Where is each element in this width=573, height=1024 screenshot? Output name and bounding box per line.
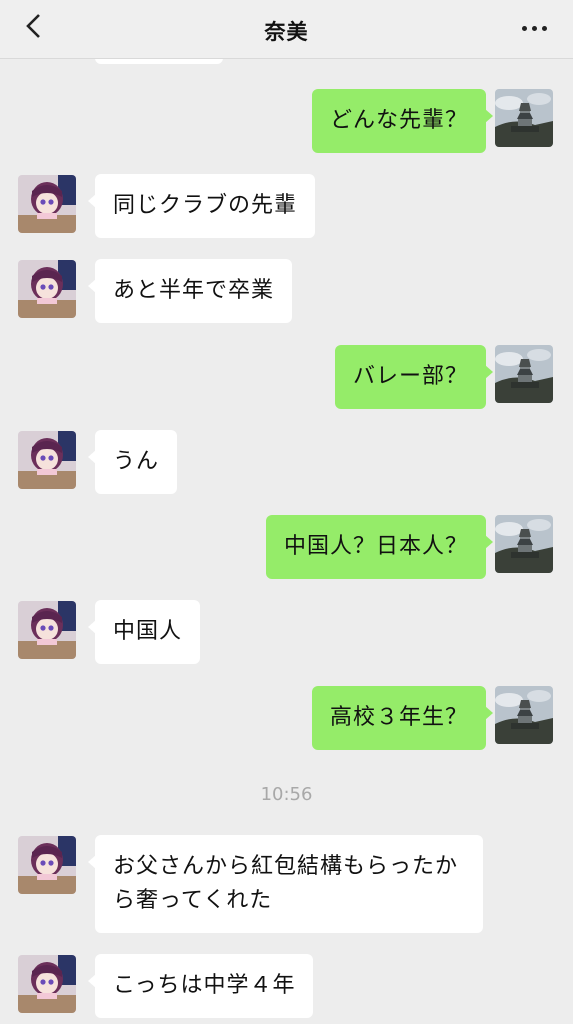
contact-avatar[interactable] bbox=[18, 601, 76, 659]
message-bubble-incoming[interactable]: 同じクラブの先輩 bbox=[87, 174, 316, 238]
contact-avatar[interactable] bbox=[18, 175, 76, 233]
message-bubble-outgoing[interactable]: どんな先輩？ bbox=[311, 89, 494, 153]
contact-avatar[interactable] bbox=[18, 836, 76, 894]
message-bubble-outgoing[interactable]: バレー部？ bbox=[334, 345, 494, 409]
my-avatar[interactable] bbox=[495, 89, 553, 147]
contact-avatar[interactable] bbox=[18, 431, 76, 489]
more-dots-icon bbox=[519, 25, 549, 31]
message-timestamp: 10:56 bbox=[260, 784, 313, 805]
more-button[interactable] bbox=[517, 15, 551, 41]
contact-avatar[interactable] bbox=[18, 260, 76, 318]
message-bubble-outgoing[interactable]: 高校３年生？ bbox=[311, 686, 494, 750]
message-bubble-incoming[interactable]: 中国人 bbox=[87, 600, 201, 664]
my-avatar[interactable] bbox=[495, 345, 553, 403]
message-bubble-incoming[interactable]: あと半年で卒業 bbox=[87, 259, 293, 323]
message-bubble-outgoing[interactable]: 中国人？日本人？ bbox=[265, 515, 494, 579]
contact-avatar[interactable] bbox=[18, 955, 76, 1013]
message-bubble-incoming[interactable]: こっちは中学４年 bbox=[87, 954, 314, 1018]
chat-title: 奈美 bbox=[264, 20, 309, 44]
my-avatar[interactable] bbox=[495, 515, 553, 573]
message-bubble-incoming[interactable]: お父さんから紅包結構もらったから奢ってくれた bbox=[88, 835, 483, 933]
my-avatar[interactable] bbox=[495, 686, 553, 744]
message-bubble-incoming[interactable]: うん bbox=[87, 430, 178, 494]
chat-header: 奈美 bbox=[0, 0, 573, 59]
